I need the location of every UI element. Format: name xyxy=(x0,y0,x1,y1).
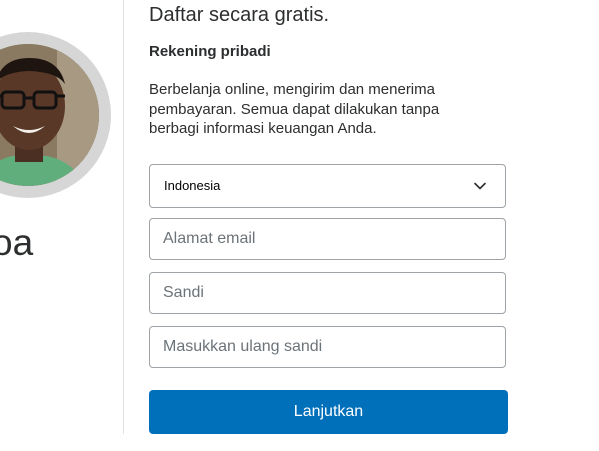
confirm-password-field-wrapper xyxy=(149,326,506,368)
password-field[interactable] xyxy=(150,273,505,313)
page-title: Daftar secara gratis. xyxy=(149,4,330,26)
account-type-heading: Rekening pribadi xyxy=(149,43,271,60)
confirm-password-field[interactable] xyxy=(150,327,505,367)
country-select[interactable]: Indonesia xyxy=(149,164,506,208)
left-name-fragment: oa xyxy=(0,222,34,263)
vertical-divider xyxy=(123,0,124,434)
signup-page: oa Daftar secara gratis. Rekening pribad… xyxy=(0,0,599,451)
country-selected-value: Indonesia xyxy=(164,178,221,193)
password-field-wrapper xyxy=(149,272,506,314)
chevron-down-icon xyxy=(474,182,486,190)
email-field-wrapper xyxy=(149,218,506,260)
continue-button[interactable]: Lanjutkan xyxy=(149,390,508,434)
account-description: Berbelanja online, mengirim dan menerima… xyxy=(149,81,440,137)
email-field[interactable] xyxy=(150,219,505,259)
